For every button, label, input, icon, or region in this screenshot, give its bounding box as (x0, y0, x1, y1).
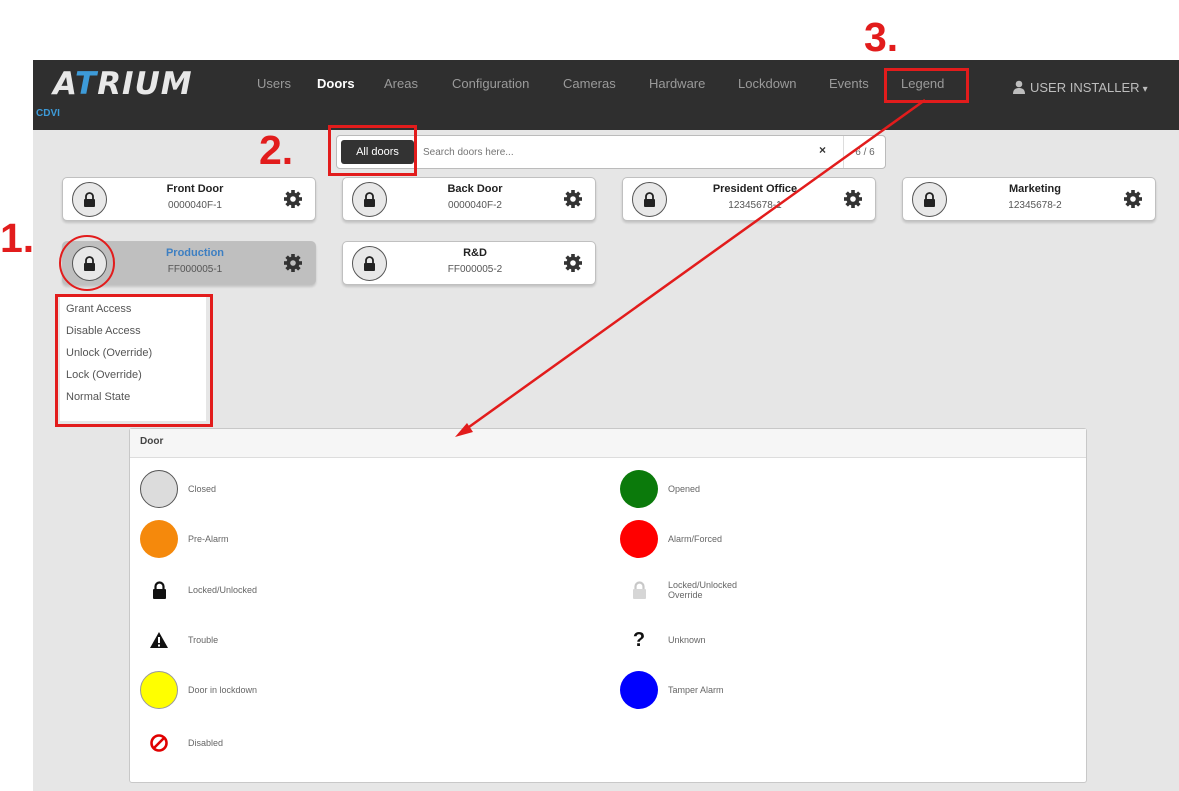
annotation-arrow (455, 98, 926, 437)
